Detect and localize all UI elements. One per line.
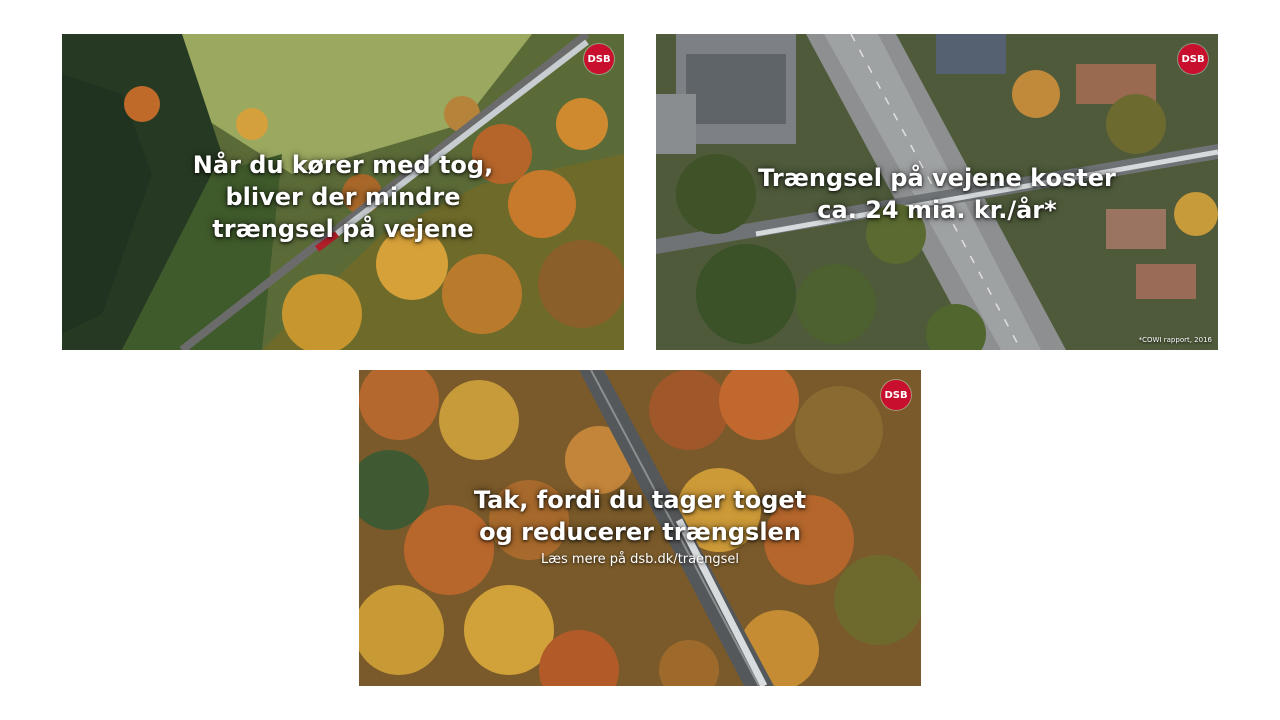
headline: Tak, fordi du tager toget og reducerer t… (473, 486, 807, 546)
ad-slide-3: DSB Tak, fordi du tager toget og reducer… (359, 370, 921, 686)
headline: Trængsel på vejene koster ca. 24 mia. kr… (758, 164, 1116, 224)
ad-slide-1: DSB Når du kører med tog, bliver der min… (62, 34, 624, 350)
website-link-text: Læs mere på dsb.dk/traengsel (541, 552, 739, 567)
dsb-logo: DSB (584, 44, 614, 74)
dsb-logo: DSB (881, 380, 911, 410)
source-footnote: *COWI rapport, 2016 (1138, 336, 1212, 344)
dsb-logo: DSB (1178, 44, 1208, 74)
ad-slide-2: DSB Trængsel på vejene koster ca. 24 mia… (656, 34, 1218, 350)
headline: Når du kører med tog, bliver der mindre … (192, 151, 494, 243)
